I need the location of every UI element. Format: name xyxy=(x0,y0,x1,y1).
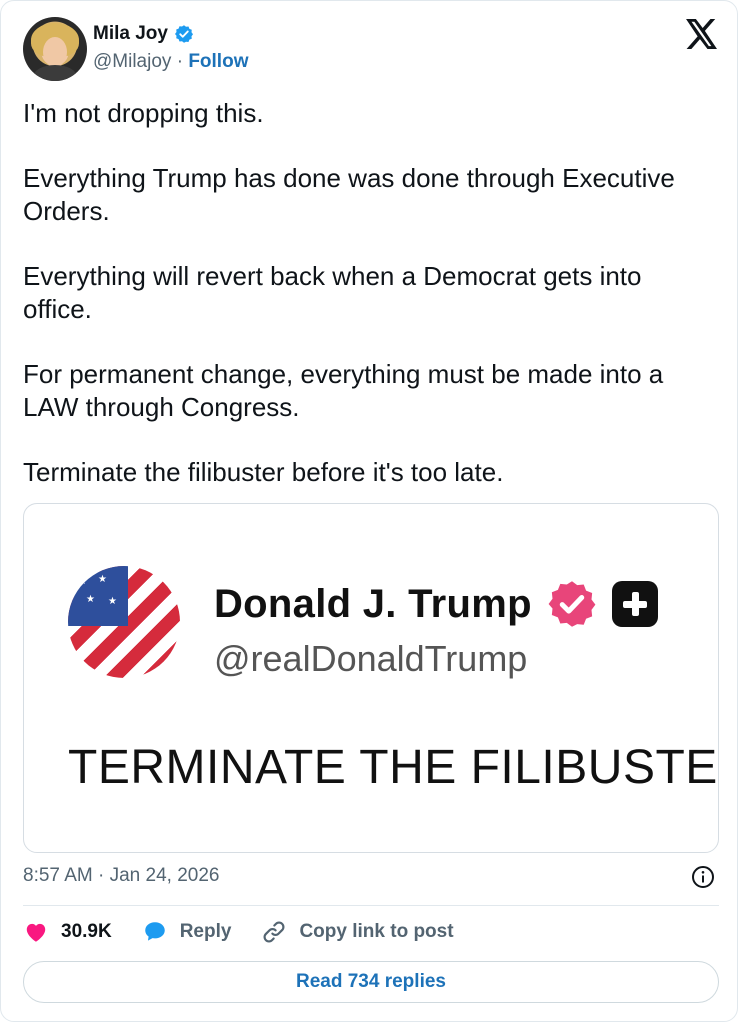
tweet-paragraph: Terminate the filibuster before it's too… xyxy=(23,457,504,487)
embedded-handle: @realDonaldTrump xyxy=(214,638,528,679)
action-bar: 30.9K Reply Copy link to post xyxy=(23,919,484,945)
reply-bubble-icon xyxy=(144,922,165,941)
divider xyxy=(23,905,719,906)
author-handle-row: @Milajoy · Follow xyxy=(93,51,248,73)
plus-icon xyxy=(611,581,658,627)
verified-badge-icon xyxy=(548,581,596,627)
author-name-row: Mila Joy xyxy=(93,23,194,45)
handle-separator: · xyxy=(176,51,184,72)
timestamp[interactable]: 8:57 AM · Jan 24, 2026 xyxy=(23,865,219,887)
embedded-name: Donald J. Trump xyxy=(214,581,532,626)
reply-label: Reply xyxy=(179,921,232,942)
tweet-card: Mila Joy @Milajoy · Follow I'm not dropp… xyxy=(0,0,738,1022)
embedded-avatar: ★ ★ ★ ★ xyxy=(68,566,180,678)
x-logo-icon[interactable] xyxy=(685,19,719,49)
tweet-paragraph: Everything Trump has done was done throu… xyxy=(23,163,675,226)
info-icon[interactable] xyxy=(691,865,715,889)
tweet-paragraph: Everything will revert back when a Democ… xyxy=(23,261,642,324)
link-icon xyxy=(263,921,285,943)
like-count: 30.9K xyxy=(61,921,112,942)
like-button[interactable]: 30.9K xyxy=(23,919,112,945)
embedded-image[interactable]: ★ ★ ★ ★ Donald J. Trump @realDonaldTrump… xyxy=(23,503,719,853)
copy-link-label: Copy link to post xyxy=(299,921,454,942)
tweet-paragraph: For permanent change, everything must be… xyxy=(23,359,664,422)
embedded-post-text: TERMINATE THE FILIBUSTER xyxy=(68,741,719,794)
author-handle[interactable]: @Milajoy xyxy=(93,51,171,72)
author-avatar[interactable] xyxy=(23,17,87,81)
copy-link-button[interactable]: Copy link to post xyxy=(261,919,454,945)
tweet-paragraph: I'm not dropping this. xyxy=(23,98,264,128)
reply-button[interactable]: Reply xyxy=(142,919,232,945)
tweet-text: I'm not dropping this. Everything Trump … xyxy=(23,97,713,521)
author-name[interactable]: Mila Joy xyxy=(93,23,168,45)
verified-icon xyxy=(174,25,193,43)
read-replies-button[interactable]: Read 734 replies xyxy=(23,961,719,1003)
heart-icon xyxy=(26,923,46,942)
follow-button[interactable]: Follow xyxy=(188,51,248,72)
embedded-name-row: Donald J. Trump xyxy=(214,578,658,630)
